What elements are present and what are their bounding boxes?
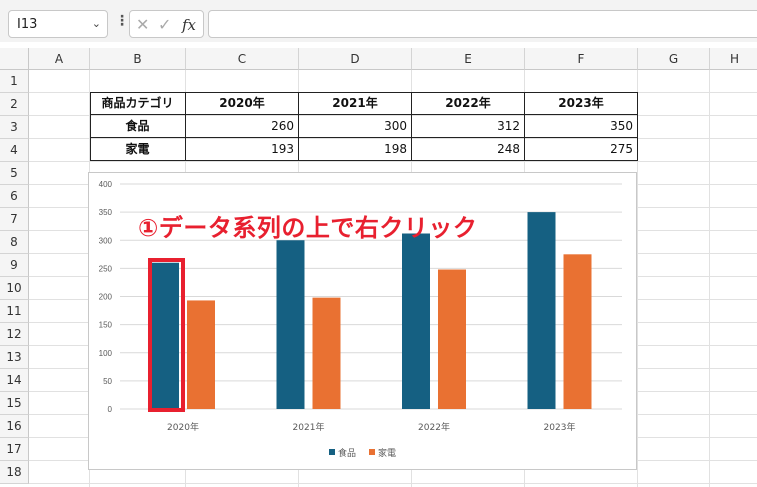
row-gridline xyxy=(29,161,757,162)
y-tick-label: 50 xyxy=(103,377,112,386)
column-header-a[interactable]: A xyxy=(29,48,90,70)
cancel-icon[interactable]: ✕ xyxy=(136,15,149,34)
name-box-value: I13 xyxy=(17,17,38,32)
table-cell[interactable]: 350 xyxy=(525,115,638,138)
table-cell[interactable]: 300 xyxy=(299,115,412,138)
more-options-icon[interactable]: ⋮ xyxy=(115,13,129,29)
table-cell[interactable]: 198 xyxy=(299,138,412,161)
select-all-corner[interactable] xyxy=(0,48,29,70)
bar-appliance[interactable] xyxy=(312,297,341,409)
bar-appliance[interactable] xyxy=(438,269,466,410)
enter-check-icon[interactable]: ✓ xyxy=(158,15,171,34)
table-row-label[interactable]: 家電 xyxy=(90,138,186,161)
column-header-d[interactable]: D xyxy=(299,48,412,70)
row-header-11[interactable]: 11 xyxy=(0,300,29,323)
x-tick-label: 2023年 xyxy=(544,421,576,433)
y-tick-label: 150 xyxy=(99,321,113,330)
x-tick-label: 2020年 xyxy=(167,421,199,433)
row-header-12[interactable]: 12 xyxy=(0,323,29,346)
legend-swatch xyxy=(329,449,335,455)
table-header-cell[interactable]: 2022年 xyxy=(412,92,525,115)
row-header-1[interactable]: 1 xyxy=(0,70,29,93)
column-gridline xyxy=(709,70,710,487)
column-header-e[interactable]: E xyxy=(412,48,525,70)
highlight-box xyxy=(148,258,185,412)
table-cell[interactable]: 312 xyxy=(412,115,525,138)
table-cell[interactable]: 193 xyxy=(186,138,299,161)
legend-swatch xyxy=(369,449,375,455)
column-header-c[interactable]: C xyxy=(186,48,299,70)
row-header-3[interactable]: 3 xyxy=(0,116,29,139)
row-header-8[interactable]: 8 xyxy=(0,231,29,254)
column-header-h[interactable]: H xyxy=(710,48,757,70)
bar-food[interactable] xyxy=(402,233,430,410)
y-tick-label: 200 xyxy=(99,293,113,302)
table-header-cell[interactable]: 2021年 xyxy=(299,92,412,115)
table-header-cell[interactable]: 2023年 xyxy=(525,92,638,115)
name-box[interactable]: I13 ⌄ xyxy=(8,10,108,38)
y-tick-label: 0 xyxy=(108,405,113,414)
bar-food[interactable] xyxy=(527,212,556,409)
table-cell[interactable]: 248 xyxy=(412,138,525,161)
table-header-cell[interactable]: 商品カテゴリ xyxy=(90,92,186,115)
bar-appliance[interactable] xyxy=(187,300,215,409)
column-header-f[interactable]: F xyxy=(525,48,638,70)
bar-food[interactable] xyxy=(276,240,305,409)
row-header-13[interactable]: 13 xyxy=(0,346,29,369)
y-tick-label: 350 xyxy=(99,208,113,217)
row-header-7[interactable]: 7 xyxy=(0,208,29,231)
bar-appliance[interactable] xyxy=(563,254,592,409)
y-tick-label: 100 xyxy=(99,349,113,358)
row-header-14[interactable]: 14 xyxy=(0,369,29,392)
row-gridline xyxy=(29,483,757,484)
row-header-4[interactable]: 4 xyxy=(0,139,29,162)
legend-label: 家電 xyxy=(378,447,396,459)
row-header-2[interactable]: 2 xyxy=(0,93,29,116)
formula-bar: I13 ⌄ ⋮ ✕ ✓ fx xyxy=(0,0,757,42)
table-cell[interactable]: 275 xyxy=(525,138,638,161)
x-tick-label: 2022年 xyxy=(418,421,450,433)
row-header-15[interactable]: 15 xyxy=(0,392,29,415)
row-header-10[interactable]: 10 xyxy=(0,277,29,300)
y-tick-label: 400 xyxy=(99,180,113,189)
formula-input[interactable] xyxy=(208,10,757,38)
row-header-5[interactable]: 5 xyxy=(0,162,29,185)
column-header-g[interactable]: G xyxy=(638,48,710,70)
formula-buttons: ✕ ✓ fx xyxy=(129,10,204,38)
row-header-9[interactable]: 9 xyxy=(0,254,29,277)
row-header-17[interactable]: 17 xyxy=(0,438,29,461)
table-header-cell[interactable]: 2020年 xyxy=(186,92,299,115)
row-header-6[interactable]: 6 xyxy=(0,185,29,208)
row-header-16[interactable]: 16 xyxy=(0,415,29,438)
row-header-18[interactable]: 18 xyxy=(0,461,29,484)
x-tick-label: 2021年 xyxy=(293,421,325,433)
legend-label: 食品 xyxy=(338,447,356,459)
y-tick-label: 300 xyxy=(99,236,113,245)
column-header-b[interactable]: B xyxy=(90,48,186,70)
table-cell[interactable]: 260 xyxy=(186,115,299,138)
instruction-annotation: ①データ系列の上で右クリック xyxy=(138,214,478,242)
y-tick-label: 250 xyxy=(99,264,113,273)
chevron-down-icon[interactable]: ⌄ xyxy=(92,17,101,30)
insert-function-icon[interactable]: fx xyxy=(182,16,196,34)
table-row-label[interactable]: 食品 xyxy=(90,115,186,138)
